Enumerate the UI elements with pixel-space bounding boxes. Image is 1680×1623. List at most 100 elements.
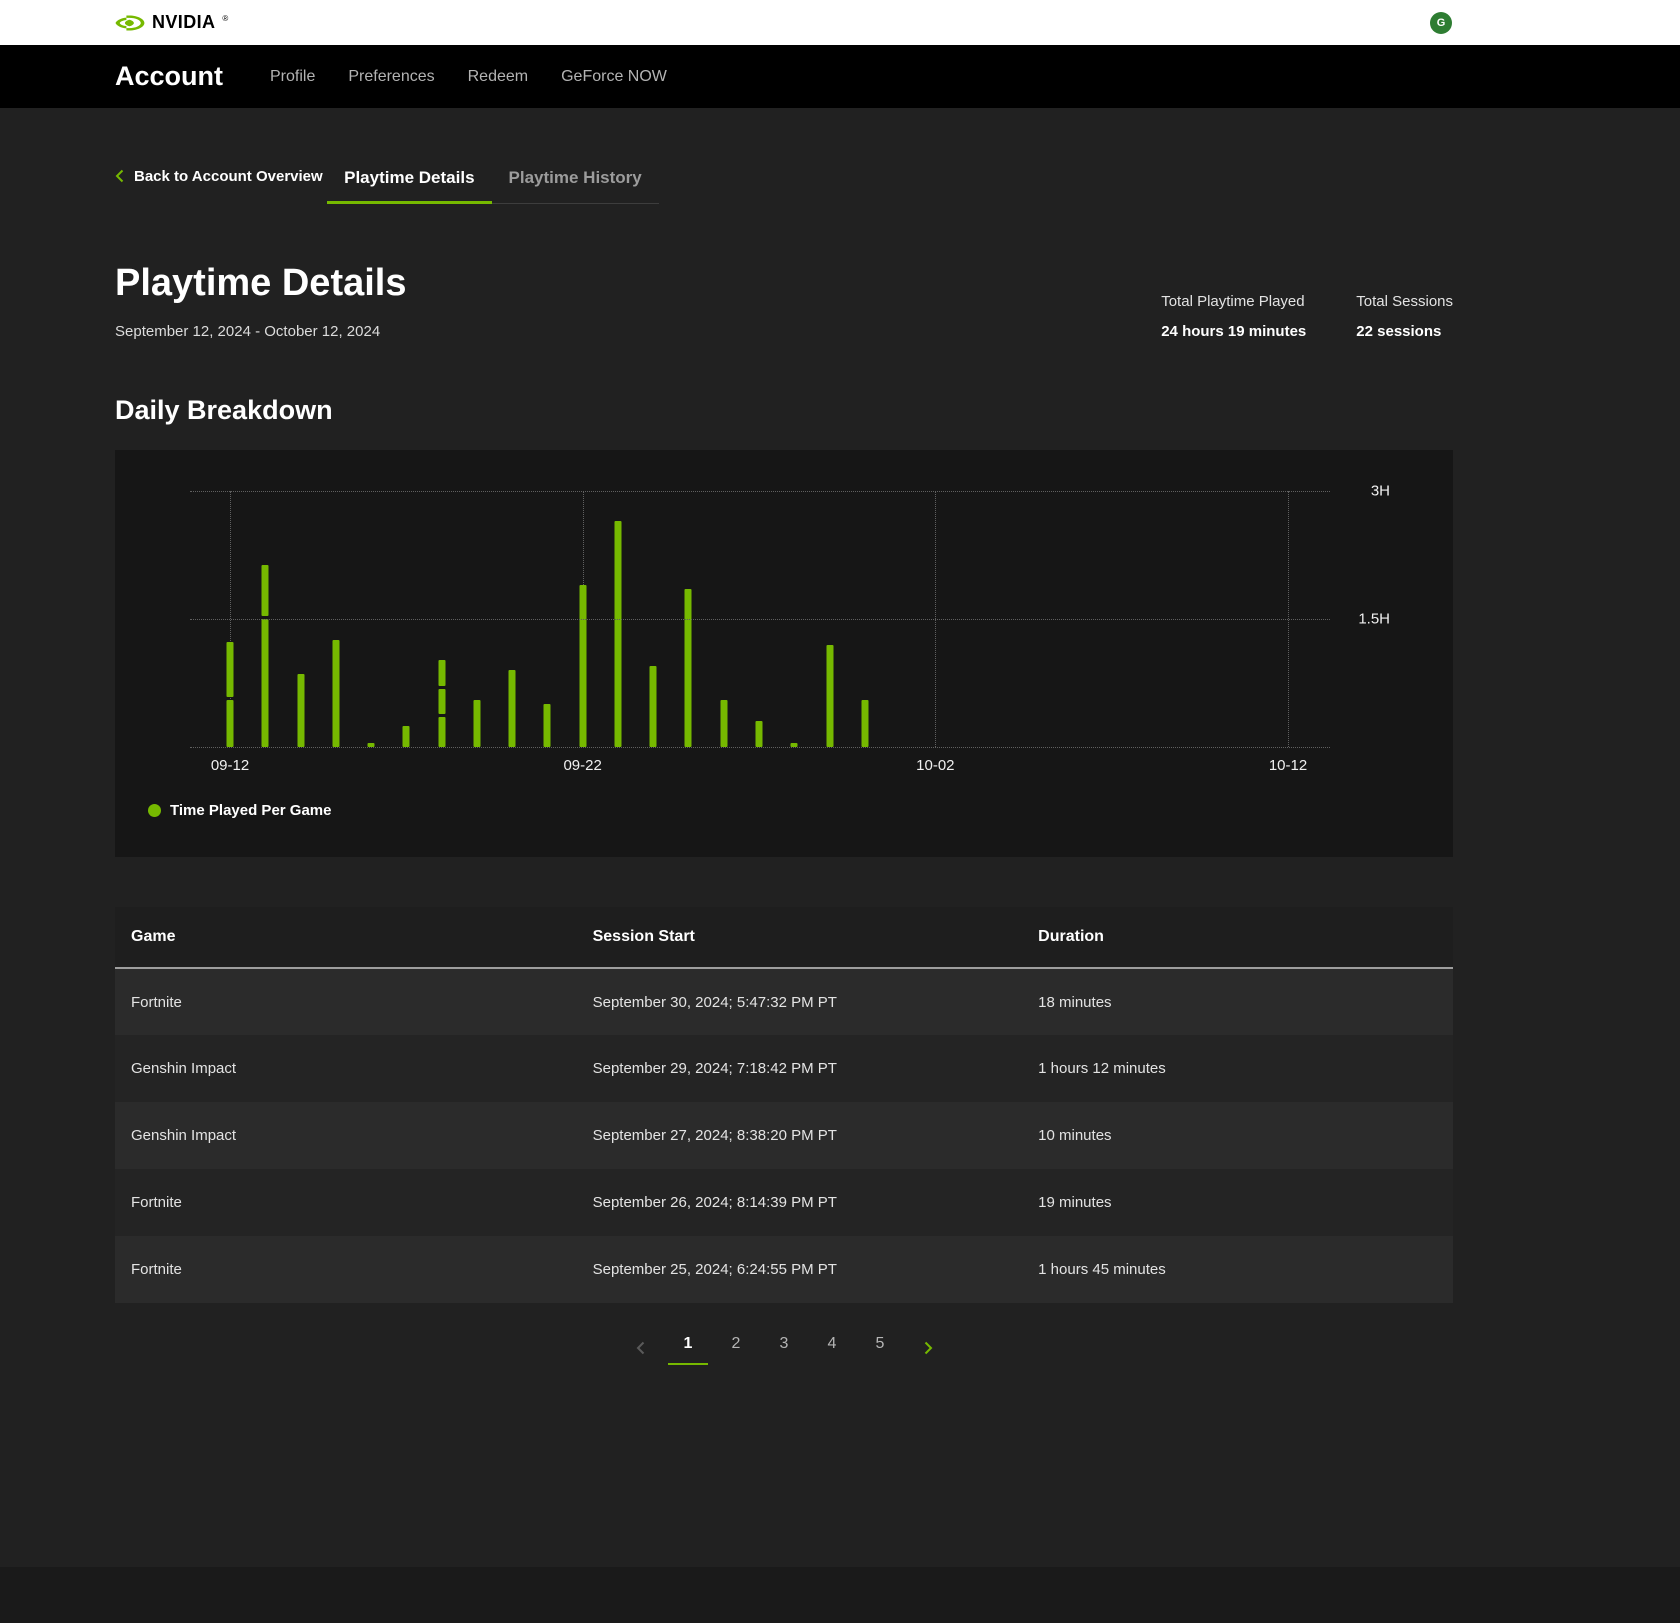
- nvidia-eye-icon: [115, 13, 145, 33]
- table-row: Fortnite September 25, 2024; 6:24:55 PM P…: [115, 1236, 1453, 1303]
- chart-bar-09-17[interactable]: [402, 725, 410, 747]
- chart-bar-09-30[interactable]: [861, 700, 869, 747]
- cell-duration: 19 minutes: [1038, 1194, 1112, 1211]
- bar-segment: [438, 688, 446, 715]
- section-title-daily-breakdown: Daily Breakdown: [115, 395, 333, 425]
- tabs: Playtime Details Playtime History: [327, 158, 659, 204]
- back-link-label: Back to Account Overview: [134, 167, 323, 185]
- bar-segment: [684, 589, 692, 747]
- chart-bar-09-20[interactable]: [508, 670, 516, 747]
- cell-game: Fortnite: [131, 993, 182, 1011]
- bar-segment: [438, 659, 446, 686]
- stat-label: Total Sessions: [1356, 293, 1453, 310]
- back-to-account-overview-link[interactable]: Back to Account Overview: [115, 168, 323, 185]
- cell-game: Genshin Impact: [131, 1060, 237, 1077]
- page-title: Playtime Details: [115, 262, 407, 304]
- table-row: Genshin Impact September 29, 2024; 7:18:4…: [115, 1035, 1453, 1102]
- cell-session-start: September 29, 2024; 7:18:42 PM PT: [592, 1060, 837, 1077]
- stat-value: 24 hours 19 minutes: [1161, 323, 1307, 340]
- bar-segment: [579, 584, 587, 747]
- x-axis-label: 10-12: [1268, 757, 1308, 774]
- sessions-table: Game Session Start Duration Fortnite Septem…: [115, 907, 1453, 1303]
- cell-game: Fortnite: [131, 1194, 182, 1211]
- chart-bar-09-12[interactable]: [226, 641, 234, 747]
- pagination-pages: 12345: [668, 1331, 900, 1365]
- previous-page-button[interactable]: [620, 1331, 660, 1365]
- nav-link-geforce-now[interactable]: GeForce NOW: [561, 68, 667, 86]
- title-row: Playtime Details September 12, 2024 - Oc…: [115, 262, 1453, 340]
- bar-segment: [614, 520, 622, 747]
- footer-band: [0, 1567, 1680, 1623]
- page-button-4[interactable]: 4: [812, 1331, 852, 1365]
- table-row: Fortnite September 26, 2024; 8:14:39 PM P…: [115, 1169, 1453, 1236]
- chart-bar-09-21[interactable]: [543, 704, 551, 747]
- date-range: September 12, 2024 - October 12, 2024: [115, 323, 381, 340]
- cell-session-start: September 27, 2024; 8:38:20 PM PT: [592, 1127, 837, 1144]
- chart-legend: Time Played Per Game: [148, 802, 1453, 819]
- daily-breakdown-chart-panel: 09-12 09-22 10-02 10-12 1.5H 3H Time Played …: [115, 450, 1453, 857]
- y-axis-label: 1.5H: [1358, 610, 1390, 628]
- chart-bar-09-18[interactable]: [438, 659, 446, 747]
- bar-segment: [543, 704, 551, 747]
- chart-bar-09-22[interactable]: [579, 584, 587, 747]
- main-nav: Account Profile Preferences Redeem GeForce …: [0, 45, 1680, 108]
- summary-stats: Total Playtime Played 24 hours 19 minutes…: [1161, 293, 1453, 340]
- avatar[interactable]: G: [1430, 11, 1452, 34]
- table-head: Game Session Start Duration: [115, 907, 1453, 969]
- bar-segment: [473, 700, 481, 747]
- chart-bar-09-13[interactable]: [261, 564, 269, 747]
- top-header: NVIDIA ® G: [0, 0, 1680, 45]
- chart-bar-09-26[interactable]: [720, 700, 728, 747]
- page-button-5[interactable]: 5: [860, 1331, 900, 1365]
- stat-total-sessions: Total Sessions 22 sessions: [1356, 293, 1453, 340]
- column-header-game: Game: [115, 907, 577, 969]
- cell-game: Genshin Impact: [131, 1127, 237, 1144]
- page-button-1[interactable]: 1: [668, 1331, 708, 1365]
- bar-segment: [226, 700, 234, 747]
- cell-session-start: September 26, 2024; 8:14:39 PM PT: [592, 1194, 837, 1211]
- chart-bar-09-25[interactable]: [684, 589, 692, 747]
- chart-bar-09-15[interactable]: [332, 640, 340, 747]
- chevron-right-icon: [924, 1341, 933, 1355]
- logo-registered-mark: ®: [222, 14, 229, 23]
- column-header-session-start: Session Start: [576, 907, 1023, 969]
- next-page-button[interactable]: [908, 1331, 948, 1365]
- bar-segment: [720, 700, 728, 747]
- nvidia-logo[interactable]: NVIDIA ®: [115, 12, 228, 33]
- bar-segment: [226, 641, 234, 698]
- bar-segment: [261, 564, 269, 616]
- y-axis-label: 3H: [1370, 482, 1390, 500]
- cell-duration: 10 minutes: [1038, 1127, 1112, 1144]
- table-header-row: Game Session Start Duration: [115, 907, 1453, 969]
- cell-session-start: September 30, 2024; 5:47:32 PM PT: [592, 993, 837, 1011]
- chart-bar-09-23[interactable]: [614, 520, 622, 747]
- chevron-left-icon: [636, 1341, 645, 1355]
- stat-total-playtime-played: Total Playtime Played 24 hours 19 minutes: [1161, 293, 1306, 340]
- stat-value: 22 sessions: [1356, 323, 1442, 340]
- title-block: Playtime Details September 12, 2024 - Oc…: [115, 262, 406, 340]
- nav-title: Account: [115, 61, 223, 91]
- tab-playtime-history[interactable]: Playtime History: [492, 158, 659, 204]
- chart-bar-09-19[interactable]: [473, 700, 481, 747]
- nav-link-preferences[interactable]: Preferences: [348, 68, 434, 86]
- page-button-3[interactable]: 3: [764, 1331, 804, 1365]
- chart-bar-09-27[interactable]: [755, 721, 763, 747]
- chart-bar-09-29[interactable]: [826, 644, 834, 747]
- bar-segment: [755, 721, 763, 747]
- bar-segment: [508, 670, 516, 747]
- chart-bar-09-24[interactable]: [649, 665, 657, 747]
- pagination: 12345: [115, 1331, 1453, 1365]
- table-row: Genshin Impact September 27, 2024; 8:38:2…: [115, 1102, 1453, 1169]
- y-gridline: [190, 619, 1330, 620]
- bar-segment: [402, 725, 410, 747]
- nav-link-redeem[interactable]: Redeem: [468, 68, 528, 86]
- chart-bar-09-14[interactable]: [297, 674, 305, 747]
- bar-segment: [261, 619, 269, 747]
- tab-playtime-details[interactable]: Playtime Details: [327, 158, 492, 204]
- column-header-duration: Duration: [1022, 907, 1453, 969]
- bar-segment: [332, 640, 340, 747]
- table-row: Fortnite September 30, 2024; 5:47:32 PM P…: [115, 968, 1453, 1035]
- main-content: Back to Account Overview Playtime Detail…: [115, 108, 1453, 1365]
- nav-link-profile[interactable]: Profile: [270, 68, 315, 86]
- page-button-2[interactable]: 2: [716, 1331, 756, 1365]
